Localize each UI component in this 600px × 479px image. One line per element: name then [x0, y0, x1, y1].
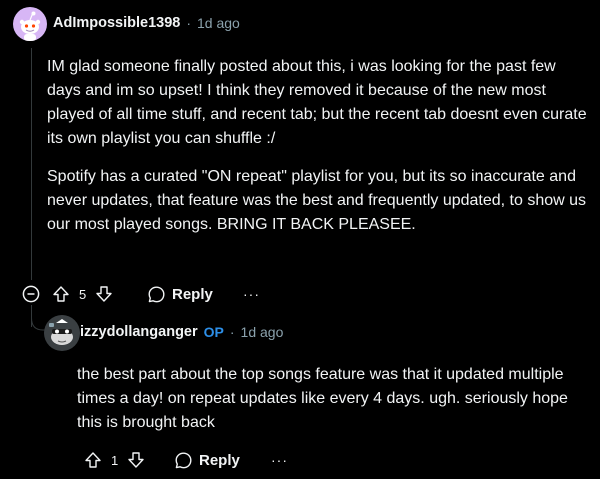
meta-separator: ·: [186, 15, 191, 31]
avatar[interactable]: [13, 7, 47, 41]
reply-body: the best part about the top songs featur…: [77, 363, 592, 435]
snoo-avatar-icon: [44, 315, 80, 351]
snoo-avatar-icon: [19, 11, 41, 41]
reply-author[interactable]: izzydollanganger: [80, 324, 198, 340]
vote-count: 5: [79, 286, 87, 302]
comment-paragraph-1: IM glad someone finally posted about thi…: [47, 58, 587, 147]
downvote-button[interactable]: [127, 451, 145, 469]
reply-more-options-button[interactable]: ···: [271, 450, 288, 470]
more-dots-icon: ···: [243, 286, 260, 302]
comment-paragraph-2: Spotify has a curated "ON repeat" playli…: [47, 168, 587, 233]
reply-vote-bar: 1: [84, 449, 145, 471]
reply-age[interactable]: 1d ago: [241, 324, 284, 340]
collapse-minus-icon: [22, 285, 40, 303]
downvote-button[interactable]: [95, 285, 113, 303]
reply-reply-button[interactable]: Reply: [174, 449, 240, 471]
comment-body: IM glad someone finally posted about thi…: [47, 55, 592, 237]
collapse-button[interactable]: [21, 284, 41, 304]
upvote-button[interactable]: [84, 451, 102, 469]
comment-meta: AdImpossible1398 · 1d ago: [53, 15, 240, 31]
reply-text: the best part about the top songs featur…: [77, 366, 568, 431]
reply-bubble-icon: [175, 452, 192, 468]
upvote-arrow-icon: [85, 452, 101, 468]
op-badge: OP: [203, 324, 224, 340]
vote-bar: 5: [52, 283, 113, 305]
more-options-button[interactable]: ···: [243, 284, 260, 304]
upvote-arrow-icon: [53, 286, 69, 302]
thread-line-main: [31, 48, 32, 280]
reply-bubble-icon: [148, 286, 165, 302]
reply-label: Reply: [172, 285, 213, 303]
more-dots-icon: ···: [271, 452, 288, 468]
upvote-button[interactable]: [52, 285, 70, 303]
meta-separator: ·: [229, 324, 235, 340]
comment-age[interactable]: 1d ago: [197, 15, 240, 31]
downvote-arrow-icon: [128, 452, 144, 468]
comment-author[interactable]: AdImpossible1398: [53, 15, 180, 31]
reply-meta: izzydollanganger OP · 1d ago: [80, 324, 283, 340]
reply-button[interactable]: Reply: [147, 283, 213, 305]
downvote-arrow-icon: [96, 286, 112, 302]
vote-count: 1: [111, 452, 119, 468]
reply-label: Reply: [199, 451, 240, 469]
reply-avatar[interactable]: [44, 315, 80, 351]
